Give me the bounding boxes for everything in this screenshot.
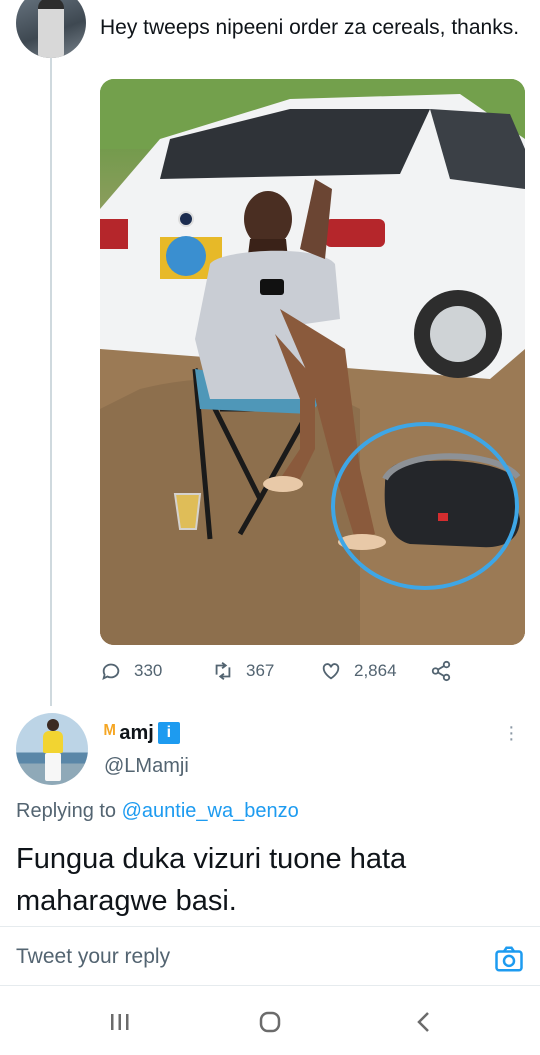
retweet-count: 367 — [246, 661, 275, 680]
divider — [0, 985, 540, 986]
replying-to: Replying to @auntie_wa_benzo — [16, 800, 299, 823]
back-icon[interactable] — [404, 1002, 444, 1042]
reply-input[interactable]: Tweet your reply — [16, 945, 170, 969]
reply-button[interactable]: 330 — [100, 655, 162, 687]
heart-icon — [322, 663, 340, 680]
thread-line — [50, 56, 52, 706]
tweet-text: Hey tweeps nipeeni order za cereals, tha… — [100, 16, 520, 39]
tweet-actions: 330 367 2,864 — [100, 655, 520, 687]
share-button[interactable] — [430, 655, 452, 687]
m-logo: ᴹ — [104, 720, 116, 745]
replying-label: Replying to — [16, 800, 117, 822]
like-count: 2,864 — [354, 661, 397, 680]
recent-apps-icon[interactable] — [100, 1002, 140, 1042]
reply-icon — [102, 663, 120, 681]
retweet-icon — [215, 662, 231, 680]
like-button[interactable]: 2,864 — [320, 655, 397, 687]
system-navbar — [0, 990, 540, 1055]
reply-display-name[interactable]: ᴹ amj i — [104, 720, 180, 746]
home-icon[interactable] — [250, 1002, 290, 1042]
reply-handle[interactable]: @LMamji — [104, 755, 189, 778]
more-icon[interactable]: · · · — [508, 717, 515, 749]
display-name-text: amj — [119, 721, 154, 744]
reply-avatar[interactable] — [16, 713, 88, 785]
info-badge-icon: i — [157, 722, 180, 744]
share-icon — [431, 660, 451, 682]
camera-icon[interactable] — [494, 944, 524, 974]
retweet-button[interactable]: 367 — [212, 655, 274, 687]
tweet-photo[interactable] — [100, 79, 525, 645]
reply-text: Fungua duka vizuri tuone hata maharagwe … — [16, 843, 407, 917]
reply-count: 330 — [134, 661, 163, 680]
replying-to-link[interactable]: @auntie_wa_benzo — [122, 800, 299, 822]
avatar[interactable] — [16, 0, 86, 58]
divider — [0, 926, 540, 927]
